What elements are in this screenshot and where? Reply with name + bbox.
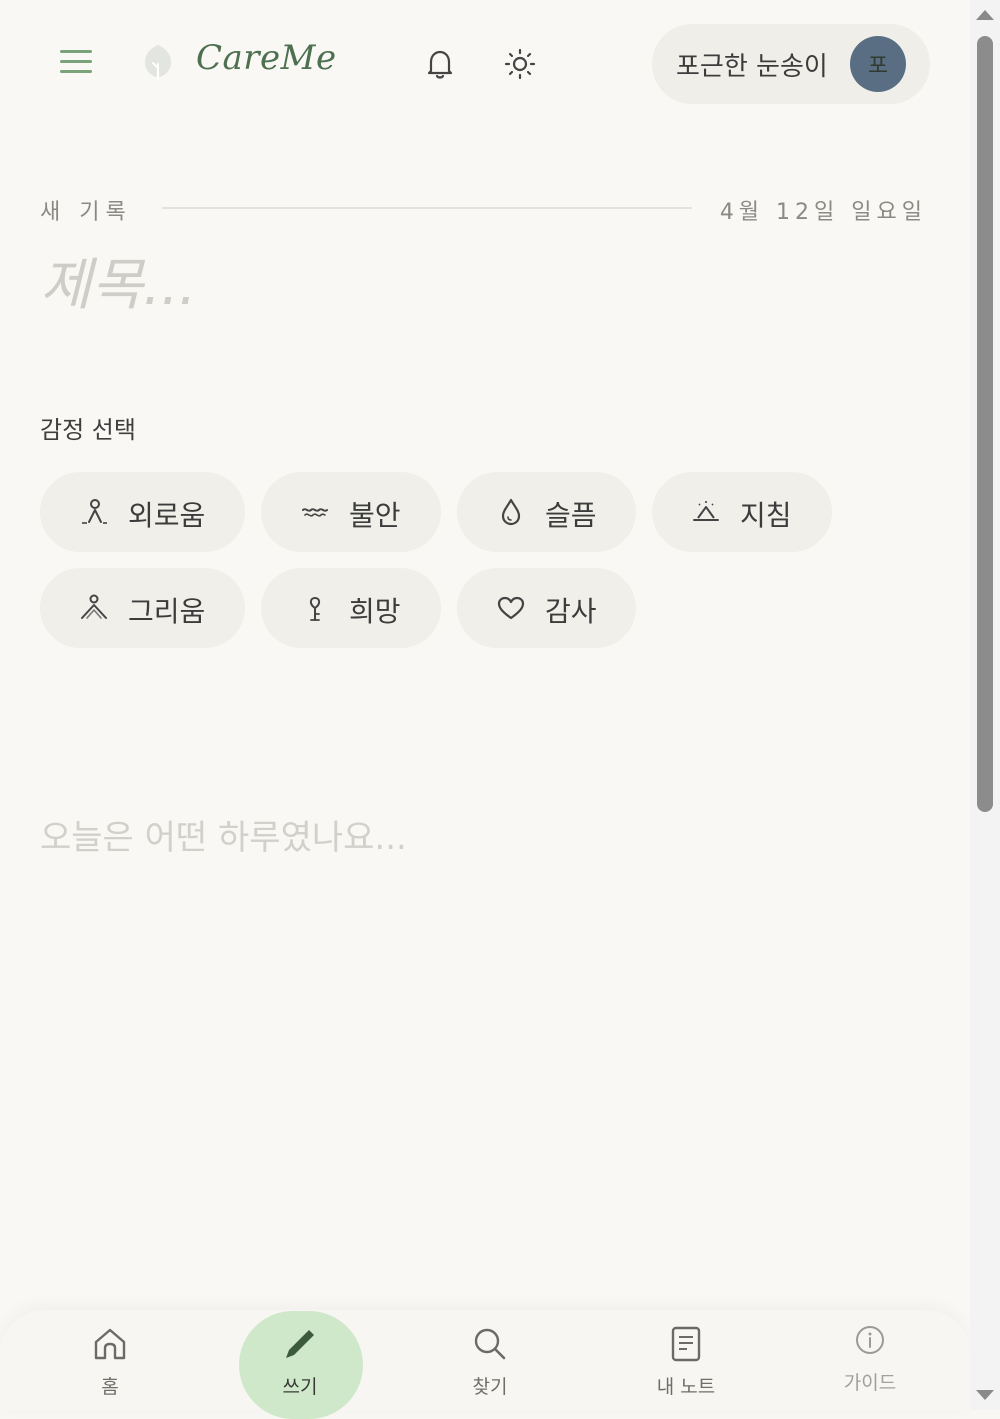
- sun-icon[interactable]: [500, 44, 540, 84]
- emotion-chip-label: 불안: [349, 499, 401, 532]
- scrollbar-thumb[interactable]: [977, 36, 993, 812]
- avatar-initial: 포: [867, 54, 889, 79]
- emotion-chip-hope[interactable]: 희망: [261, 568, 441, 648]
- note-icon: [671, 1326, 701, 1362]
- title-input[interactable]: [40, 250, 920, 320]
- nav-home[interactable]: 홈: [60, 1310, 160, 1410]
- emotion-chip-gratitude[interactable]: 감사: [457, 568, 636, 648]
- nav-label: 찾기: [472, 1376, 508, 1398]
- emotion-chip-label: 외로움: [128, 499, 206, 532]
- nav-label: 쓰기: [282, 1376, 318, 1398]
- sprout-icon: [309, 597, 321, 621]
- leaf-icon: [144, 45, 172, 81]
- emotion-chip-sadness[interactable]: 슬픔: [457, 472, 636, 552]
- header-divider: [162, 207, 692, 209]
- nav-label: 가이드: [843, 1372, 897, 1394]
- write-page: CareMe 포근한 눈송이 포 새 기록 4월 12일 일요일 감정 선택: [0, 0, 970, 1410]
- home-icon: [94, 1328, 126, 1360]
- emotion-chip-label: 감사: [545, 595, 597, 628]
- emotion-chip-anxiety[interactable]: 불안: [261, 472, 441, 552]
- emotion-chip-longing[interactable]: 그리움: [40, 568, 245, 648]
- person-arms-icon: [81, 594, 107, 619]
- pencil-icon: [286, 1330, 314, 1358]
- nav-label: 내 노트: [656, 1376, 716, 1398]
- emotion-chip-label: 지침: [740, 499, 792, 532]
- scroll-down-arrow-icon[interactable]: [976, 1390, 994, 1400]
- app-logo-text[interactable]: CareMe: [196, 38, 337, 78]
- info-icon: [856, 1326, 884, 1354]
- nav-guide[interactable]: 가이드: [820, 1306, 920, 1406]
- scrollbar[interactable]: [970, 0, 1000, 1410]
- nav-my-notes[interactable]: 내 노트: [636, 1310, 736, 1410]
- nav-search[interactable]: 찾기: [440, 1310, 540, 1410]
- emotion-chip-lonely[interactable]: 외로움: [40, 472, 245, 552]
- new-record-label: 새 기록: [40, 200, 132, 225]
- body-textarea[interactable]: [40, 810, 920, 1230]
- user-name: 포근한 눈송이: [676, 52, 828, 82]
- emotion-section-label: 감정 선택: [40, 416, 136, 444]
- emotion-chip-label: 그리움: [128, 595, 206, 628]
- hamburger-menu-icon[interactable]: [60, 50, 92, 78]
- scroll-up-arrow-icon[interactable]: [976, 10, 994, 20]
- avatar: 포: [850, 36, 906, 92]
- user-profile-button[interactable]: 포근한 눈송이 포: [652, 24, 930, 104]
- heart-icon: [497, 596, 525, 620]
- bell-icon[interactable]: [420, 44, 460, 84]
- drop-icon: [501, 498, 521, 526]
- nav-label: 홈: [101, 1376, 119, 1398]
- search-icon: [474, 1328, 506, 1360]
- record-date: 4월 12일 일요일: [719, 200, 927, 225]
- lonely-person-icon: [82, 499, 107, 524]
- emotion-chip-label: 슬픔: [545, 499, 597, 532]
- emotion-chip-tired[interactable]: 지침: [652, 472, 832, 552]
- emotion-chip-label: 희망: [349, 595, 401, 628]
- sunset-icon: [693, 501, 719, 521]
- nav-write[interactable]: 쓰기: [250, 1310, 350, 1410]
- wave-icon: [302, 508, 328, 517]
